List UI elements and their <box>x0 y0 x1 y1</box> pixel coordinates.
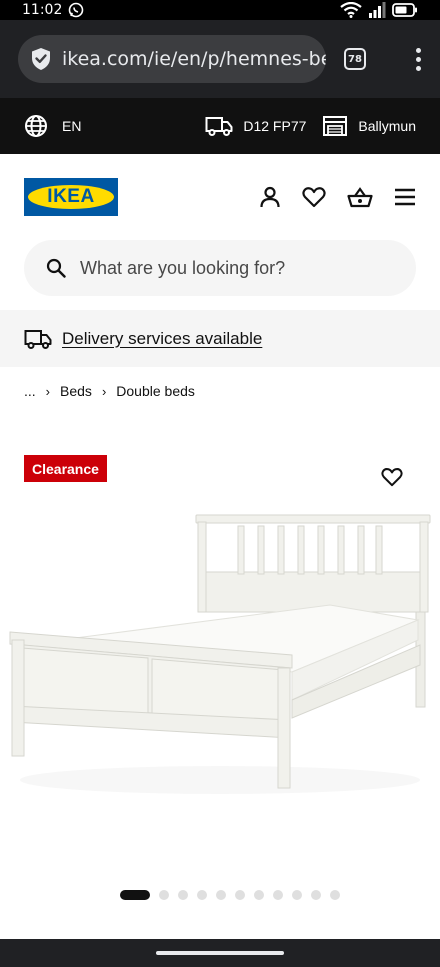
carousel-dot[interactable] <box>216 890 226 900</box>
chevron-right-icon: › <box>101 383 107 399</box>
site-security-icon[interactable] <box>28 46 54 72</box>
system-navigation-bar <box>0 939 440 967</box>
breadcrumb-item-beds[interactable]: Beds <box>60 383 92 399</box>
wifi-icon <box>340 2 362 18</box>
carousel-dot-active[interactable] <box>120 890 150 900</box>
battery-icon <box>392 3 417 17</box>
image-carousel-dots <box>120 890 340 900</box>
carousel-dot[interactable] <box>254 890 264 900</box>
search-bar[interactable] <box>24 240 416 296</box>
account-icon[interactable] <box>259 186 281 208</box>
browser-toolbar: ikea.com/ie/en/p/hemnes-bed-frame 78 <box>0 20 440 98</box>
delivery-truck-icon <box>24 329 52 349</box>
carousel-dot[interactable] <box>330 890 340 900</box>
search-icon <box>46 258 66 278</box>
signal-icon <box>369 2 386 18</box>
url-text[interactable]: ikea.com/ie/en/p/hemnes-bed-frame <box>62 48 326 70</box>
status-bar: 11:02 <box>0 0 440 20</box>
carousel-dot[interactable] <box>311 890 321 900</box>
whatsapp-icon <box>69 2 84 18</box>
search-input[interactable] <box>80 257 380 279</box>
clock: 11:02 <box>22 2 63 18</box>
clearance-badge: Clearance <box>24 455 107 482</box>
tab-switcher-button[interactable]: 78 <box>344 48 366 70</box>
breadcrumb: ... › Beds › Double beds <box>24 383 195 399</box>
logo-oval: IKEA <box>28 185 114 209</box>
breadcrumb-item-double-beds[interactable]: Double beds <box>116 383 195 399</box>
carousel-dot[interactable] <box>178 890 188 900</box>
language-label: EN <box>62 118 82 134</box>
breadcrumb-ellipsis[interactable]: ... <box>24 383 36 399</box>
address-bar[interactable]: ikea.com/ie/en/p/hemnes-bed-frame <box>18 35 326 83</box>
logo-text: IKEA <box>47 186 95 207</box>
postcode-label: D12 FP77 <box>243 118 307 134</box>
store-label: Ballymun <box>358 118 416 134</box>
utility-bar: EN D12 FP77 Ballymun <box>0 98 440 154</box>
hamburger-menu-icon[interactable] <box>394 188 416 206</box>
store-icon <box>323 116 348 136</box>
product-image-bed-frame[interactable] <box>0 505 440 805</box>
language-selector[interactable]: EN <box>24 114 81 138</box>
site-header: IKEA <box>0 154 440 240</box>
truck-icon <box>205 117 233 136</box>
delivery-postcode-selector[interactable]: D12 FP77 <box>205 115 306 137</box>
carousel-dot[interactable] <box>197 890 207 900</box>
carousel-dot[interactable] <box>273 890 283 900</box>
globe-icon <box>25 115 47 137</box>
carousel-dot[interactable] <box>292 890 302 900</box>
delivery-banner: Delivery services available <box>0 310 440 367</box>
store-selector[interactable]: Ballymun <box>322 115 416 137</box>
delivery-services-link[interactable]: Delivery services available <box>62 329 262 349</box>
favourites-icon[interactable] <box>302 186 326 208</box>
carousel-dot[interactable] <box>159 890 169 900</box>
add-to-favourites-icon[interactable] <box>381 467 403 487</box>
shopping-basket-icon[interactable] <box>347 186 373 208</box>
chevron-right-icon: › <box>45 383 51 399</box>
home-gesture-handle[interactable] <box>156 951 284 955</box>
ikea-logo[interactable]: IKEA <box>24 178 118 216</box>
browser-menu-button[interactable] <box>408 47 428 71</box>
carousel-dot[interactable] <box>235 890 245 900</box>
